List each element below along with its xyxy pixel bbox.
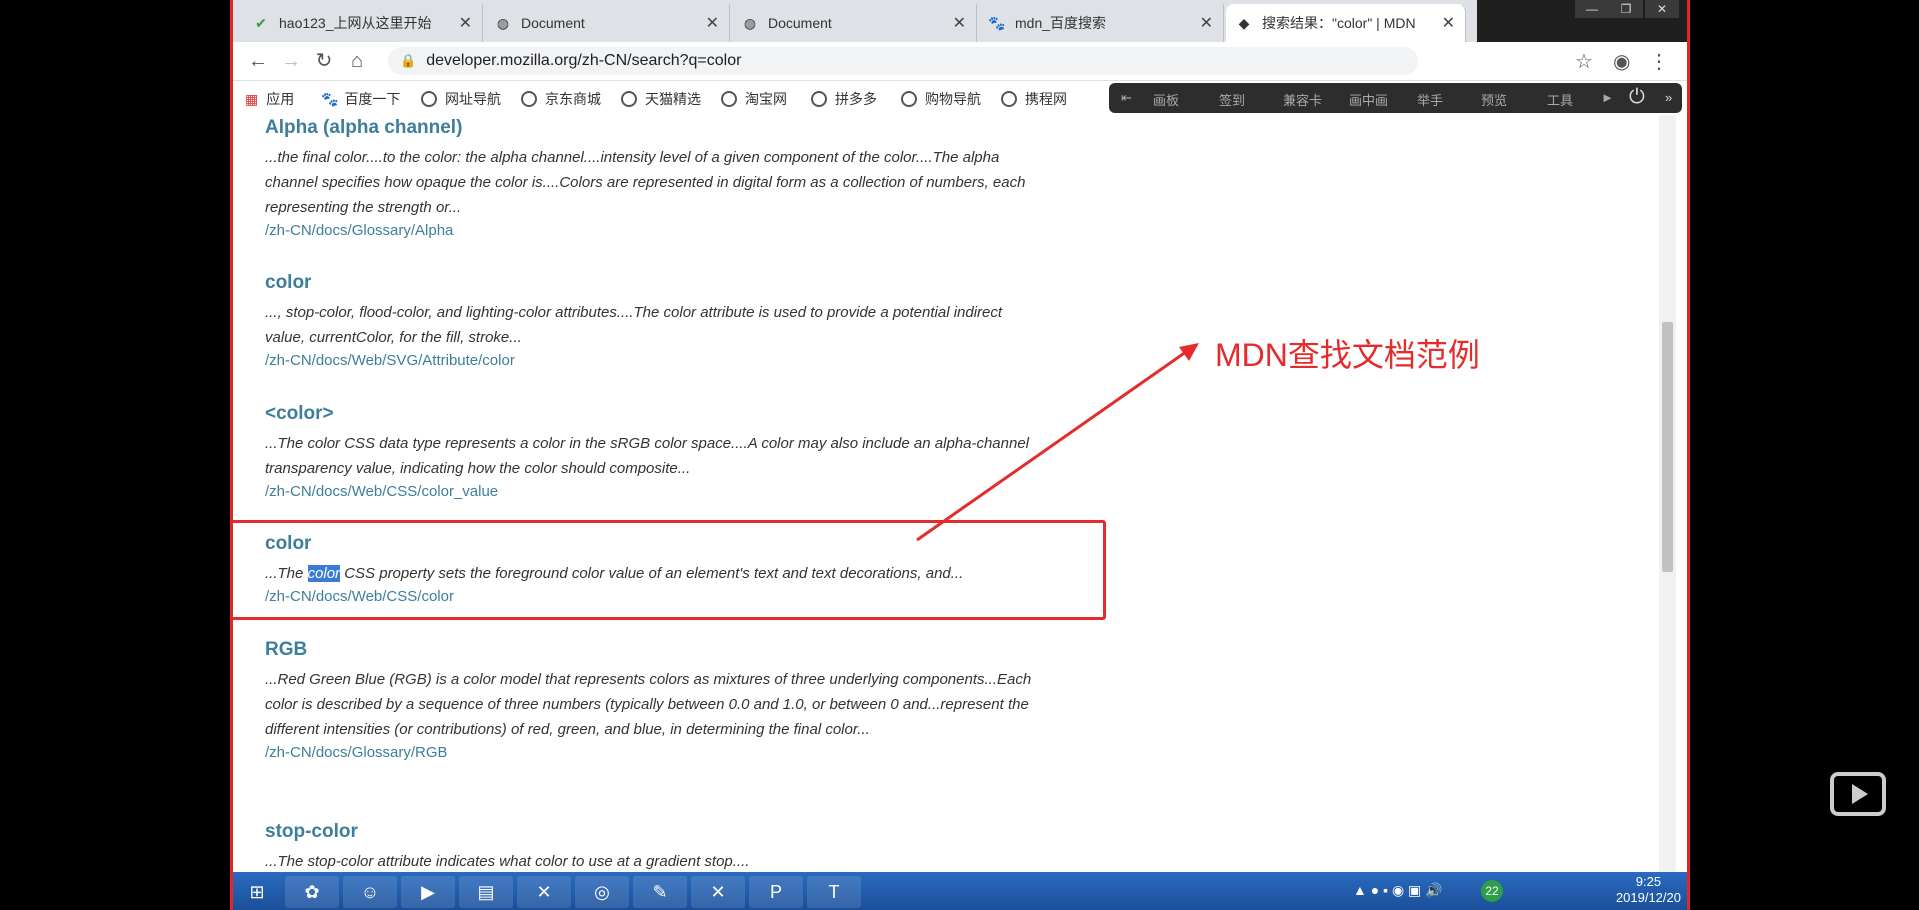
- back-icon[interactable]: ←: [245, 48, 271, 74]
- menu-icon[interactable]: ⋮: [1649, 49, 1669, 74]
- search-results: Alpha (alpha channel) ...the final color…: [233, 115, 1676, 910]
- bookmarks-bar: ▦ 应用 🐾 百度一下 网址导航 京东商城 天猫精选 淘宝网 拼多多 购物导航 …: [233, 81, 1687, 115]
- bookmark-item[interactable]: 京东商城: [521, 89, 601, 109]
- address-bar[interactable]: 🔒 developer.mozilla.org/zh-CN/search?q=c…: [388, 47, 1418, 75]
- annotation-text: MDN查找文档范例: [1215, 337, 1480, 373]
- app-icon[interactable]: ▶: [401, 876, 455, 908]
- tray-icons[interactable]: ▲ ● ▪ ◉ ▣ 🔊: [1353, 882, 1443, 899]
- globe-icon: [1001, 91, 1017, 107]
- close-icon[interactable]: ✕: [1200, 13, 1213, 33]
- clock[interactable]: 9:25 2019/12/20: [1616, 874, 1681, 906]
- app-icon[interactable]: ✎: [633, 876, 687, 908]
- window-controls: — ❐ ✕: [1477, 0, 1687, 42]
- scrollbar[interactable]: [1659, 115, 1676, 910]
- close-icon[interactable]: ✕: [459, 13, 472, 33]
- ext-arrow-icon: ⇤: [1121, 90, 1132, 105]
- vscode-icon[interactable]: ✕: [517, 876, 571, 908]
- notification-badge[interactable]: 22: [1481, 880, 1503, 902]
- start-icon[interactable]: ⊞: [237, 876, 277, 908]
- ext-item[interactable]: 兼容卡: [1283, 90, 1322, 109]
- tab-document-2[interactable]: ◍ Document ✕: [732, 4, 977, 42]
- more-icon[interactable]: »: [1665, 90, 1672, 105]
- annotation-arrow: [916, 343, 1199, 542]
- bookmark-baidu[interactable]: 🐾 百度一下: [321, 89, 400, 109]
- tab-strip: ✔ hao123_上网从这里开始 ✕ ◍ Document ✕ ◍ Docume…: [233, 0, 1687, 42]
- apps-grid-icon: ▦: [245, 90, 259, 107]
- hao123-icon: ✔: [255, 14, 267, 31]
- url-text: developer.mozilla.org/zh-CN/search?q=col…: [426, 52, 742, 69]
- app-icon[interactable]: ☺: [343, 876, 397, 908]
- close-icon[interactable]: ✕: [953, 13, 966, 33]
- taskbar: ⊞ ✿ ☺ ▶ ▤ ✕ ◎ ✎ ✕ P T ▲ ● ▪ ◉ ▣ 🔊 22 9:2…: [233, 872, 1687, 910]
- globe-icon: [901, 91, 917, 107]
- baidu-icon: 🐾: [321, 90, 339, 107]
- star-icon[interactable]: ☆: [1575, 49, 1593, 74]
- ext-item[interactable]: 举手: [1417, 90, 1443, 109]
- bookmark-item[interactable]: 携程网: [1001, 89, 1067, 109]
- close-icon[interactable]: ✕: [1442, 13, 1455, 33]
- power-icon[interactable]: ⏻: [1629, 86, 1645, 109]
- scrollbar-thumb[interactable]: [1662, 322, 1673, 572]
- globe-icon: [721, 91, 737, 107]
- forward-icon[interactable]: →: [278, 48, 304, 74]
- bookmark-item[interactable]: 购物导航: [901, 89, 981, 109]
- profile-icon[interactable]: ◉: [1613, 49, 1630, 74]
- reload-icon[interactable]: ↻: [311, 48, 337, 74]
- ext-item[interactable]: 签到: [1219, 90, 1245, 109]
- browser-window: ✔ hao123_上网从这里开始 ✕ ◍ Document ✕ ◍ Docume…: [230, 0, 1690, 910]
- chrome-icon[interactable]: ◎: [575, 876, 629, 908]
- folder-icon[interactable]: ▤: [459, 876, 513, 908]
- bookmark-item[interactable]: 网址导航: [421, 89, 501, 109]
- close-window-icon[interactable]: ✕: [1645, 0, 1679, 18]
- ext-item[interactable]: 画板: [1153, 90, 1179, 109]
- bookmark-item[interactable]: 拼多多: [811, 89, 877, 109]
- play-icon[interactable]: ►: [1601, 90, 1614, 105]
- ext-item[interactable]: 画中画: [1349, 90, 1388, 109]
- restore-icon[interactable]: ❐: [1609, 0, 1643, 18]
- ext-item[interactable]: 预览: [1481, 90, 1507, 109]
- app-icon[interactable]: ✿: [285, 876, 339, 908]
- tab-mdn-search[interactable]: ◆ 搜索结果："color" | MDN ✕: [1226, 4, 1466, 42]
- address-toolbar: ← → ↻ ⌂ 🔒 developer.mozilla.org/zh-CN/se…: [233, 42, 1687, 81]
- extension-toolbar: ⇤ 画板 签到 兼容卡 画中画 举手 预览 工具 ► ⏻ »: [1109, 83, 1682, 113]
- vscode-icon[interactable]: ✕: [691, 876, 745, 908]
- mdn-icon: ◆: [1238, 14, 1250, 31]
- tab-hao123[interactable]: ✔ hao123_上网从这里开始 ✕: [243, 4, 483, 42]
- tab-document-1[interactable]: ◍ Document ✕: [485, 4, 730, 42]
- bookmark-item[interactable]: 天猫精选: [621, 89, 701, 109]
- powerpoint-icon[interactable]: P: [749, 876, 803, 908]
- lock-icon: 🔒: [400, 53, 417, 68]
- ext-item[interactable]: 工具: [1547, 90, 1573, 109]
- typora-icon[interactable]: T: [807, 876, 861, 908]
- tab-baidu[interactable]: 🐾 mdn_百度搜索 ✕: [979, 4, 1224, 42]
- globe-icon: ◍: [743, 14, 757, 31]
- globe-icon: [621, 91, 637, 107]
- bookmark-apps[interactable]: ▦ 应用: [245, 89, 294, 109]
- home-icon[interactable]: ⌂: [344, 48, 370, 74]
- globe-icon: ◍: [496, 14, 510, 31]
- bookmark-item[interactable]: 淘宝网: [721, 89, 787, 109]
- minimize-icon[interactable]: —: [1575, 0, 1609, 18]
- globe-icon: [421, 91, 437, 107]
- globe-icon: [811, 91, 827, 107]
- globe-icon: [521, 91, 537, 107]
- baidu-icon: 🐾: [988, 14, 1006, 31]
- close-icon[interactable]: ✕: [706, 13, 719, 33]
- video-play-icon[interactable]: [1830, 772, 1886, 816]
